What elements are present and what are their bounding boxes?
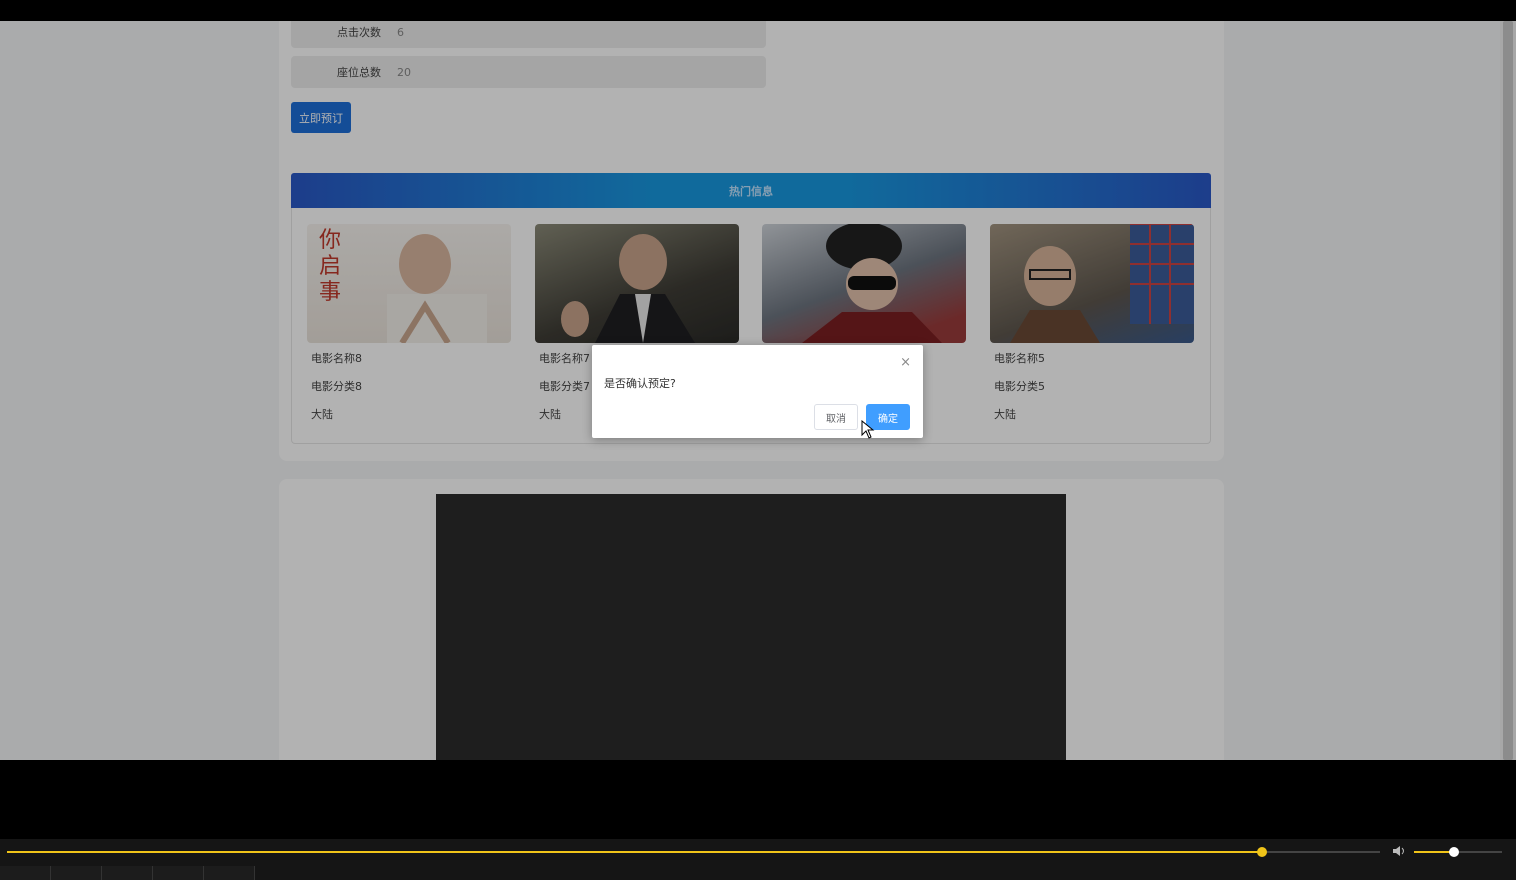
dialog-message: 是否确认预定? bbox=[604, 377, 676, 390]
bottom-tabs bbox=[0, 866, 255, 880]
tab[interactable] bbox=[0, 866, 51, 880]
mouse-cursor-icon bbox=[861, 420, 875, 439]
seek-bar[interactable] bbox=[7, 847, 1380, 857]
web-page: 点击次数 6 座位总数 20 立即预订 热门信息 你 启 事 电影名称8 电影分… bbox=[0, 21, 1516, 760]
tab[interactable] bbox=[204, 866, 255, 880]
volume-level bbox=[1414, 851, 1454, 853]
seek-progress bbox=[7, 851, 1262, 853]
seek-handle[interactable] bbox=[1256, 847, 1267, 857]
cancel-button[interactable]: 取消 bbox=[814, 404, 858, 430]
speaker-icon[interactable] bbox=[1392, 844, 1408, 858]
tab[interactable] bbox=[102, 866, 153, 880]
tab[interactable] bbox=[153, 866, 204, 880]
volume-bar[interactable] bbox=[1414, 847, 1502, 857]
screen: 点击次数 6 座位总数 20 立即预订 热门信息 你 启 事 电影名称8 电影分… bbox=[0, 0, 1516, 880]
tab[interactable] bbox=[51, 866, 102, 880]
volume-handle[interactable] bbox=[1448, 847, 1459, 857]
close-icon[interactable]: × bbox=[900, 355, 911, 370]
